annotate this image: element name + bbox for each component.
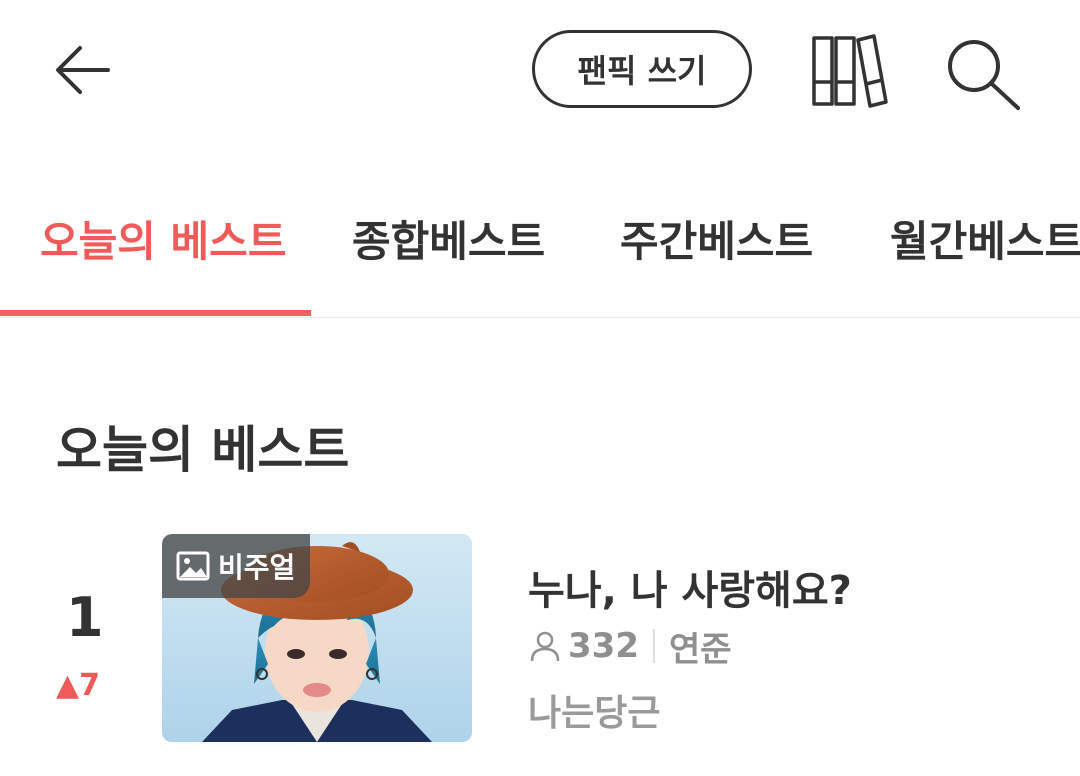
view-count: 332 bbox=[568, 626, 639, 666]
tab-weekly-best[interactable]: 주간베스트 bbox=[620, 208, 813, 269]
top-bar: 팬픽 쓰기 bbox=[0, 0, 1080, 140]
rank-number: 1 bbox=[66, 586, 104, 649]
badge-label: 비주얼 bbox=[218, 551, 296, 584]
post-thumbnail[interactable]: 비주얼 bbox=[162, 534, 472, 742]
tabs-divider bbox=[0, 317, 1080, 318]
back-arrow-icon[interactable] bbox=[50, 40, 116, 100]
meta-divider bbox=[652, 629, 655, 663]
visual-badge: 비주얼 bbox=[162, 534, 310, 598]
character-name: 연준 bbox=[668, 629, 732, 670]
tab-overall-best[interactable]: 종합베스트 bbox=[352, 208, 545, 269]
library-icon[interactable] bbox=[810, 32, 890, 110]
section-title: 오늘의 베스트 bbox=[56, 421, 350, 479]
search-icon[interactable] bbox=[944, 36, 1026, 114]
rank-change: ▲7 bbox=[56, 668, 100, 703]
image-icon bbox=[176, 551, 210, 581]
write-fanfic-button[interactable]: 팬픽 쓰기 bbox=[532, 30, 752, 108]
post-title[interactable]: 누나, 나 사랑해요? bbox=[528, 558, 852, 616]
tab-monthly-best[interactable]: 월간베스트 bbox=[890, 208, 1080, 269]
author-name[interactable]: 나는당근 bbox=[528, 684, 660, 736]
tab-today-best[interactable]: 오늘의 베스트 bbox=[40, 208, 286, 269]
active-tab-indicator bbox=[0, 310, 311, 316]
tab-bar: 오늘의 베스트 종합베스트 주간베스트 월간베스트 bbox=[0, 178, 1080, 318]
person-icon bbox=[530, 631, 560, 662]
post-meta: 332 연준 bbox=[528, 624, 732, 670]
